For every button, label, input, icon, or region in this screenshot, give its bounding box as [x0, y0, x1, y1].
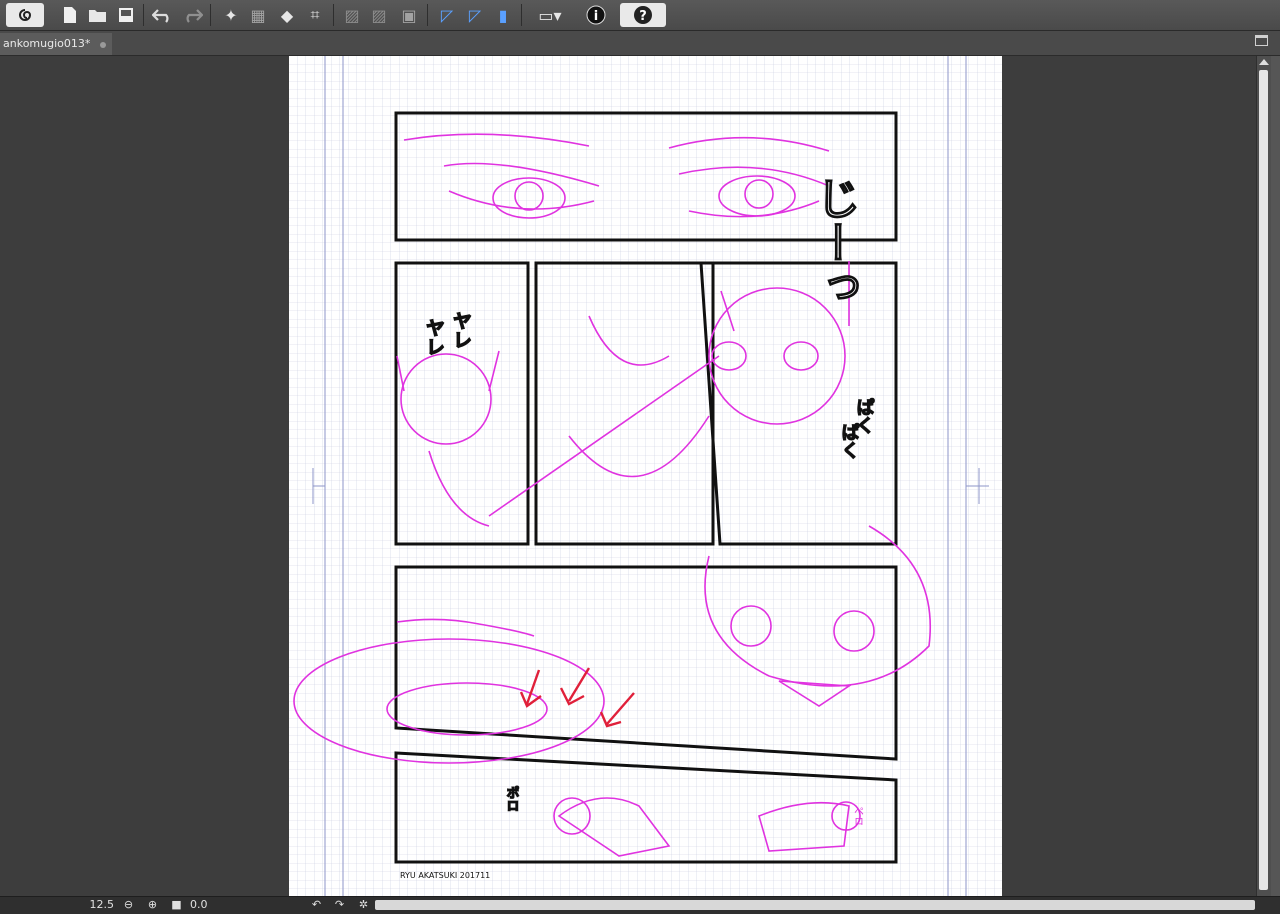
- zoom-level[interactable]: 12.5: [84, 898, 115, 912]
- fill-icon[interactable]: ◆: [275, 3, 299, 27]
- manga-page[interactable]: じーっ ヤレ ヤレ ぱく ぱく ポロ ペロ RYU AKATSUKI 20171…: [289, 56, 1002, 896]
- help-icon[interactable]: ?: [620, 3, 666, 27]
- rotation-angle[interactable]: 0.0: [190, 898, 218, 912]
- rotate-right-icon[interactable]: ↷: [333, 898, 346, 911]
- status-bar: 12.5 ⊖ ⊕ ■ 0.0 ↶ ↷ ✲: [0, 896, 1280, 914]
- document-tab-bar: ankomugio013*: [0, 31, 1280, 56]
- sfx-jiiittsu: じーっ: [809, 176, 860, 308]
- sfx-yare-1: ヤレ: [450, 311, 472, 349]
- snap-icon[interactable]: ✦: [219, 3, 243, 27]
- pencil-icon[interactable]: ▮: [491, 3, 515, 27]
- redo-icon[interactable]: [180, 3, 204, 27]
- document-tab[interactable]: ankomugio013*: [0, 33, 112, 55]
- screen-icon[interactable]: ▭▾: [530, 3, 570, 27]
- sfx-pakupaku-2: ぱく: [839, 422, 860, 459]
- undo-icon[interactable]: [151, 3, 175, 27]
- crop-icon[interactable]: ⌗: [303, 3, 327, 27]
- info-icon[interactable]: i: [584, 3, 608, 27]
- manga-page-drawing: じーっ ヤレ ヤレ ぱく ぱく ポロ ペロ RYU AKATSUKI 20171…: [289, 56, 1002, 896]
- close-tab-icon[interactable]: [100, 42, 106, 48]
- main-toolbar: ✦ ▦ ◆ ⌗ ▨ ▨ ▣ ◸ ◸ ▮ ▭▾ i ?: [0, 0, 1280, 31]
- save-icon[interactable]: [114, 3, 138, 27]
- side-panel-edge: [1271, 56, 1280, 913]
- reset-rotation-icon[interactable]: ✲: [357, 898, 370, 911]
- rotate-left-icon[interactable]: ↶: [310, 898, 323, 911]
- sfx-pepe: ペロ: [852, 806, 864, 826]
- app-menu-icon[interactable]: [6, 3, 44, 27]
- new-file-icon[interactable]: [58, 3, 82, 27]
- ruler-icon[interactable]: ▨: [340, 3, 364, 27]
- horizontal-scrollbar[interactable]: [375, 900, 1255, 910]
- grid-icon[interactable]: ▨: [367, 3, 391, 27]
- open-file-icon[interactable]: [86, 3, 110, 27]
- info-glyph: i: [594, 9, 598, 24]
- brush-icon[interactable]: ◸: [435, 3, 459, 27]
- document-tab-label: ankomugio013*: [3, 37, 91, 50]
- sfx-yare-2: ヤレ: [423, 318, 445, 356]
- canvas-area[interactable]: じーっ ヤレ ヤレ ぱく ぱく ポロ ペロ RYU AKATSUKI 20171…: [0, 56, 1256, 896]
- transform-icon[interactable]: ▦: [246, 3, 270, 27]
- layer-icon[interactable]: ▣: [397, 3, 421, 27]
- sfx-popo: ポロ: [504, 785, 520, 812]
- help-glyph: ?: [639, 9, 647, 24]
- vertical-scroll-thumb[interactable]: [1259, 70, 1268, 890]
- vertical-scrollbar[interactable]: [1256, 56, 1271, 896]
- fit-page-icon[interactable]: ■: [170, 898, 183, 911]
- zoom-in-icon[interactable]: ⊕: [146, 898, 159, 911]
- maximize-icon[interactable]: [1255, 35, 1268, 46]
- pen-icon[interactable]: ◸: [463, 3, 487, 27]
- page-credit: RYU AKATSUKI 201711: [400, 871, 490, 880]
- scroll-up-icon[interactable]: [1259, 59, 1269, 65]
- zoom-out-icon[interactable]: ⊖: [122, 898, 135, 911]
